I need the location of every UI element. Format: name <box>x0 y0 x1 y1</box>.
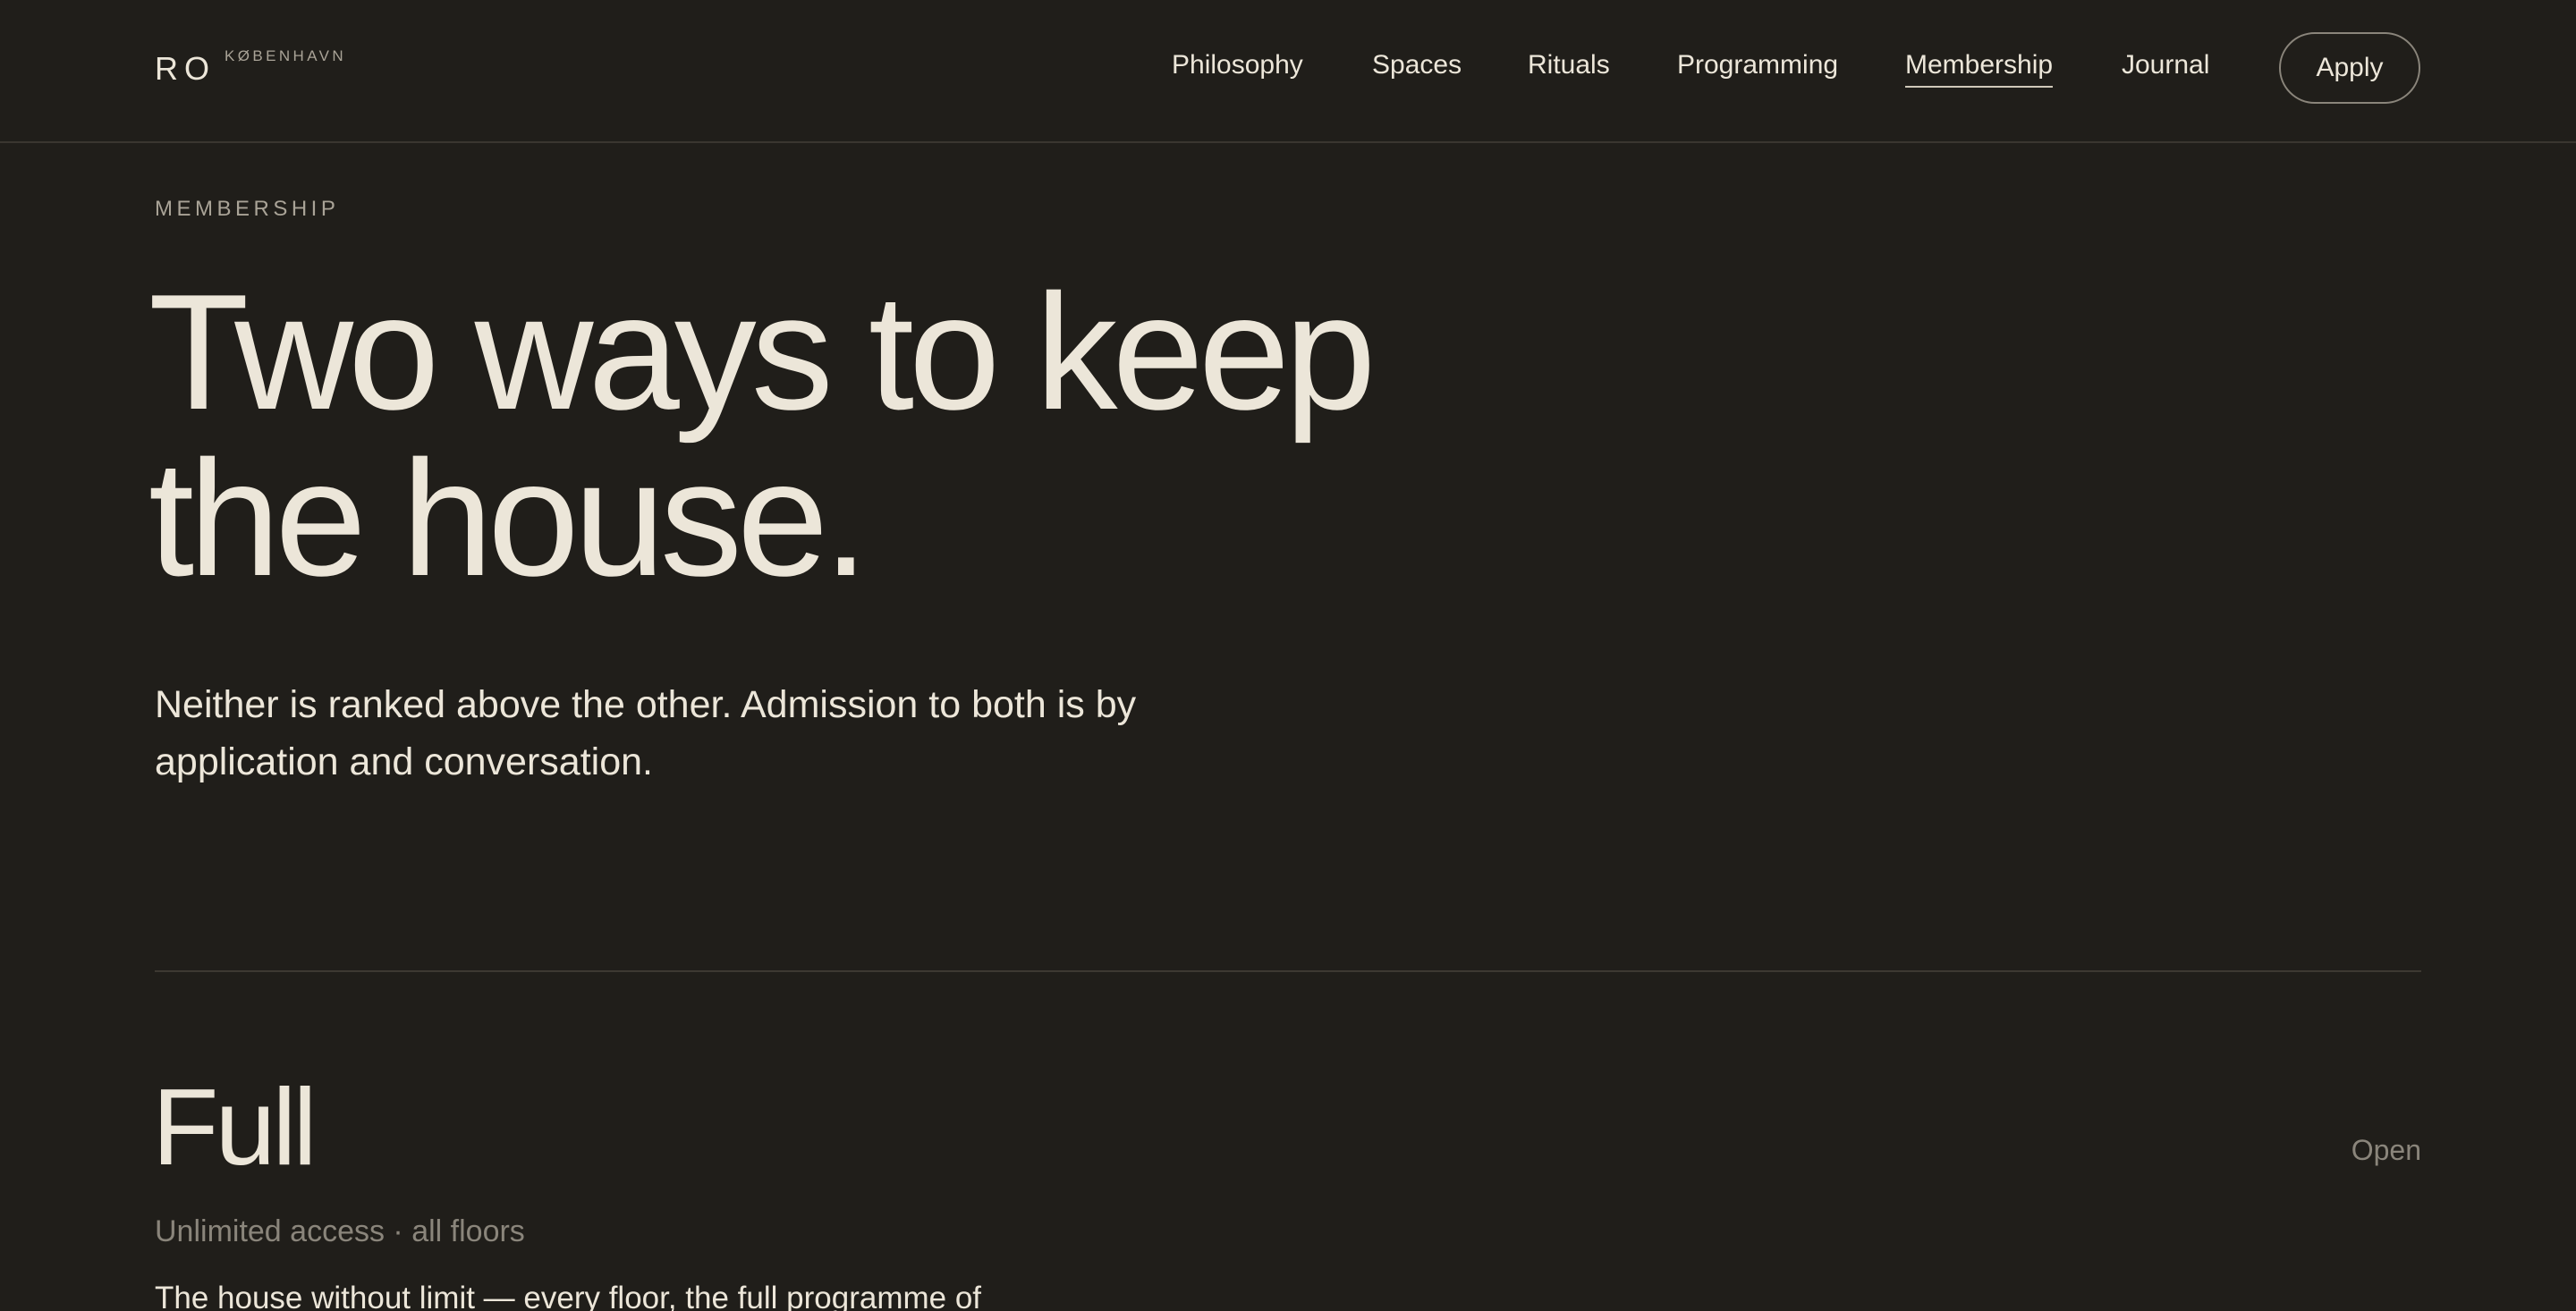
tier-description: The house without limit — every floor, t… <box>155 1281 982 1311</box>
page-title: Two ways to keep the house. <box>148 268 1580 601</box>
tier-status-badge: Open <box>2351 1134 2421 1166</box>
tier-title: Full <box>152 1066 318 1188</box>
main-nav: Philosophy Spaces Rituals Programming Me… <box>0 50 2576 88</box>
site-header: RO KØBENHAVN Philosophy Spaces Rituals P… <box>0 0 2576 143</box>
section-eyebrow: MEMBERSHIP <box>155 197 340 221</box>
intro-text: Neither is ranked above the other. Admis… <box>155 683 1137 783</box>
nav-item-spaces[interactable]: Spaces <box>1372 50 1462 80</box>
section-divider <box>155 970 2421 972</box>
page: RO KØBENHAVN Philosophy Spaces Rituals P… <box>0 0 2576 1311</box>
page-title-line-1: Two ways to keep <box>148 259 1376 444</box>
apply-button[interactable]: Apply <box>2279 32 2420 104</box>
nav-item-programming[interactable]: Programming <box>1677 50 1838 80</box>
tier-subtitle: Unlimited access · all floors <box>155 1214 525 1248</box>
page-title-line-2: the house. <box>148 426 869 610</box>
nav-item-rituals[interactable]: Rituals <box>1528 50 1610 80</box>
nav-item-membership[interactable]: Membership <box>1905 50 2054 88</box>
nav-item-journal[interactable]: Journal <box>2122 50 2209 80</box>
nav-item-philosophy[interactable]: Philosophy <box>1172 50 1303 80</box>
